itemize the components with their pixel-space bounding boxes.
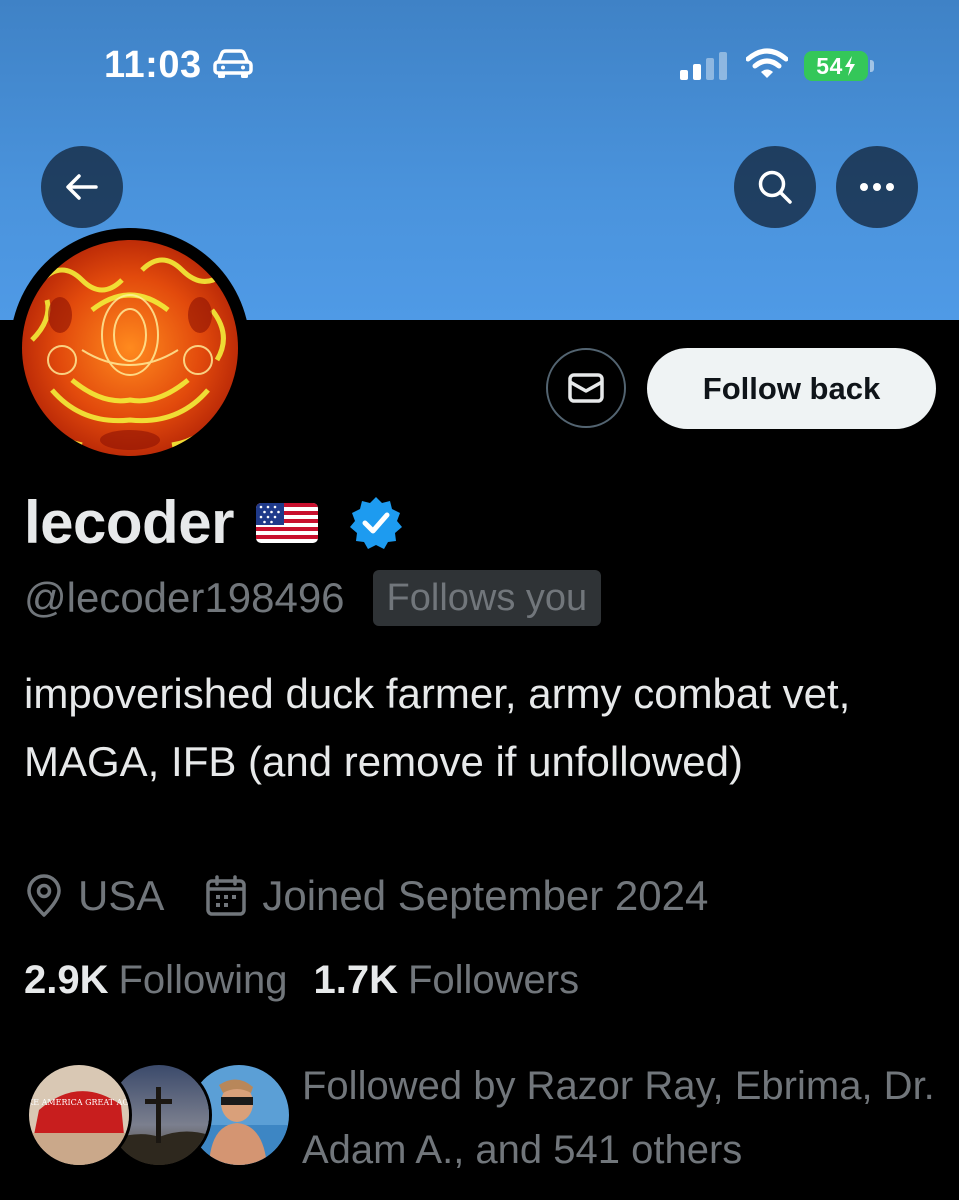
- following-label: Following: [118, 958, 288, 1002]
- follows-you-badge: Follows you: [372, 570, 602, 626]
- map-pin-icon: [27, 874, 61, 917]
- name-row: lecoder: [24, 488, 404, 557]
- more-options-button[interactable]: [836, 146, 918, 228]
- mutual-avatar-1: MAKE AMERICA GREAT AGAIN: [26, 1062, 132, 1168]
- envelope-icon: [568, 373, 604, 403]
- profile-meta: USA Joined September 2024: [24, 872, 708, 920]
- calendar-icon: [206, 875, 247, 916]
- back-button[interactable]: [41, 146, 123, 228]
- user-handle: @lecoder198496: [24, 574, 345, 621]
- joined-text: Joined September 2024: [262, 872, 709, 919]
- profile-bio: impoverished duck farmer, army combat ve…: [24, 670, 851, 785]
- followers-stat[interactable]: 1.7K Followers: [313, 958, 579, 1003]
- search-button[interactable]: [734, 146, 816, 228]
- verified-badge-icon[interactable]: [348, 495, 404, 551]
- location-item: USA: [24, 872, 164, 920]
- handle-row: @lecoder198496 Follows you: [24, 570, 602, 626]
- profile-avatar[interactable]: [22, 240, 238, 456]
- display-name: lecoder: [24, 489, 234, 556]
- wifi-icon: [746, 48, 788, 78]
- battery-indicator: 54: [804, 51, 868, 81]
- status-bar: 11:03 54: [0, 0, 959, 130]
- status-time: 11:03: [104, 44, 202, 86]
- followers-count: 1.7K: [313, 958, 398, 1002]
- avatar-fractal-image: [22, 240, 238, 456]
- battery-level: 54: [816, 52, 843, 79]
- arrow-left-icon: [66, 174, 98, 200]
- joined-item: Joined September 2024: [204, 872, 708, 920]
- message-button[interactable]: [546, 348, 626, 428]
- more-horizontal-icon: [860, 183, 894, 191]
- follow-back-button[interactable]: Follow back: [647, 348, 936, 429]
- mutual-followers-avatars[interactable]: MAKE AMERICA GREAT AGAIN: [26, 1062, 292, 1170]
- charging-bolt-icon: [844, 56, 855, 76]
- red-hat-photo: MAKE AMERICA GREAT AGAIN: [29, 1065, 129, 1165]
- follow-stats: 2.9K Following 1.7K Followers: [24, 958, 579, 1003]
- following-count: 2.9K: [24, 958, 109, 1002]
- followers-label: Followers: [407, 958, 580, 1002]
- location-text: USA: [78, 872, 165, 919]
- search-icon: [758, 170, 792, 204]
- battery-tip: [870, 60, 874, 72]
- followed-by-text[interactable]: Followed by Razor Ray, Ebrima, Dr. Adam …: [302, 1054, 942, 1182]
- following-stat[interactable]: 2.9K Following: [24, 958, 287, 1003]
- cellular-signal-icon: [680, 52, 727, 80]
- hat-text: MAKE AMERICA GREAT AGAIN: [29, 1098, 129, 1107]
- car-icon: [213, 49, 253, 78]
- us-flag-emoji-icon: [255, 502, 318, 543]
